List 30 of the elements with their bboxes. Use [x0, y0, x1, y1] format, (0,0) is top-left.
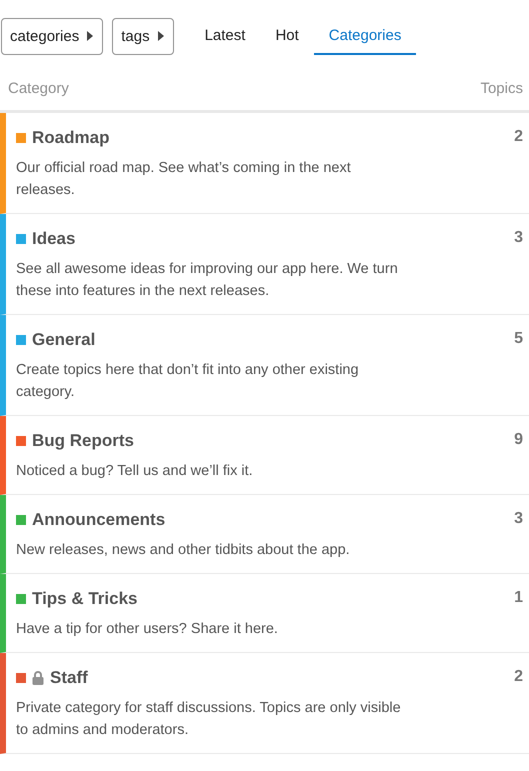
filter-dropdown[interactable]: categories — [1, 18, 104, 54]
category-description: Create topics here that don’t fit into any other existing category. — [16, 361, 360, 402]
topic-count: 5 — [514, 329, 523, 349]
category-name[interactable]: Announcements — [32, 510, 166, 530]
category-description: Private category for staff discussions. Topics are only visible to admins and moderators. — [16, 699, 402, 740]
caret-icon — [87, 31, 94, 41]
topic-count: 2 — [514, 127, 523, 147]
nav-tab[interactable]: Hot — [260, 18, 314, 54]
category-name[interactable]: Tips & Tricks — [32, 589, 138, 609]
category-name[interactable]: Bug Reports — [32, 431, 134, 451]
topic-count: 3 — [514, 228, 523, 248]
topic-count: 3 — [514, 509, 523, 529]
category-name[interactable]: Staff — [50, 668, 88, 688]
nav-tab[interactable]: Categories — [314, 18, 416, 54]
category-name[interactable]: Roadmap — [32, 128, 110, 148]
column-header: Category — [8, 80, 69, 97]
topic-count: 9 — [514, 430, 523, 450]
nav-tab[interactable]: Latest — [190, 18, 260, 54]
caret-icon — [158, 31, 164, 41]
filter-dropdown[interactable]: tags — [112, 18, 174, 54]
category-description: Noticed a bug? Tell us and we’ll fix it. — [16, 462, 253, 481]
category-description: See all awesome ideas for improving our app here. We turn these into features in the next releases. — [16, 260, 399, 301]
column-header: Topics — [480, 80, 523, 97]
category-description: New releases, news and other tidbits about the app. — [16, 541, 350, 560]
category-description: Our official road map. See what’s coming in the next releases. — [16, 159, 352, 200]
category-name[interactable]: Ideas — [32, 229, 76, 249]
category-description: Have a tip for other users? Share it here. — [16, 620, 278, 639]
category-name[interactable]: General — [32, 330, 96, 350]
topic-count: 1 — [514, 588, 523, 608]
topic-count: 2 — [514, 667, 523, 687]
